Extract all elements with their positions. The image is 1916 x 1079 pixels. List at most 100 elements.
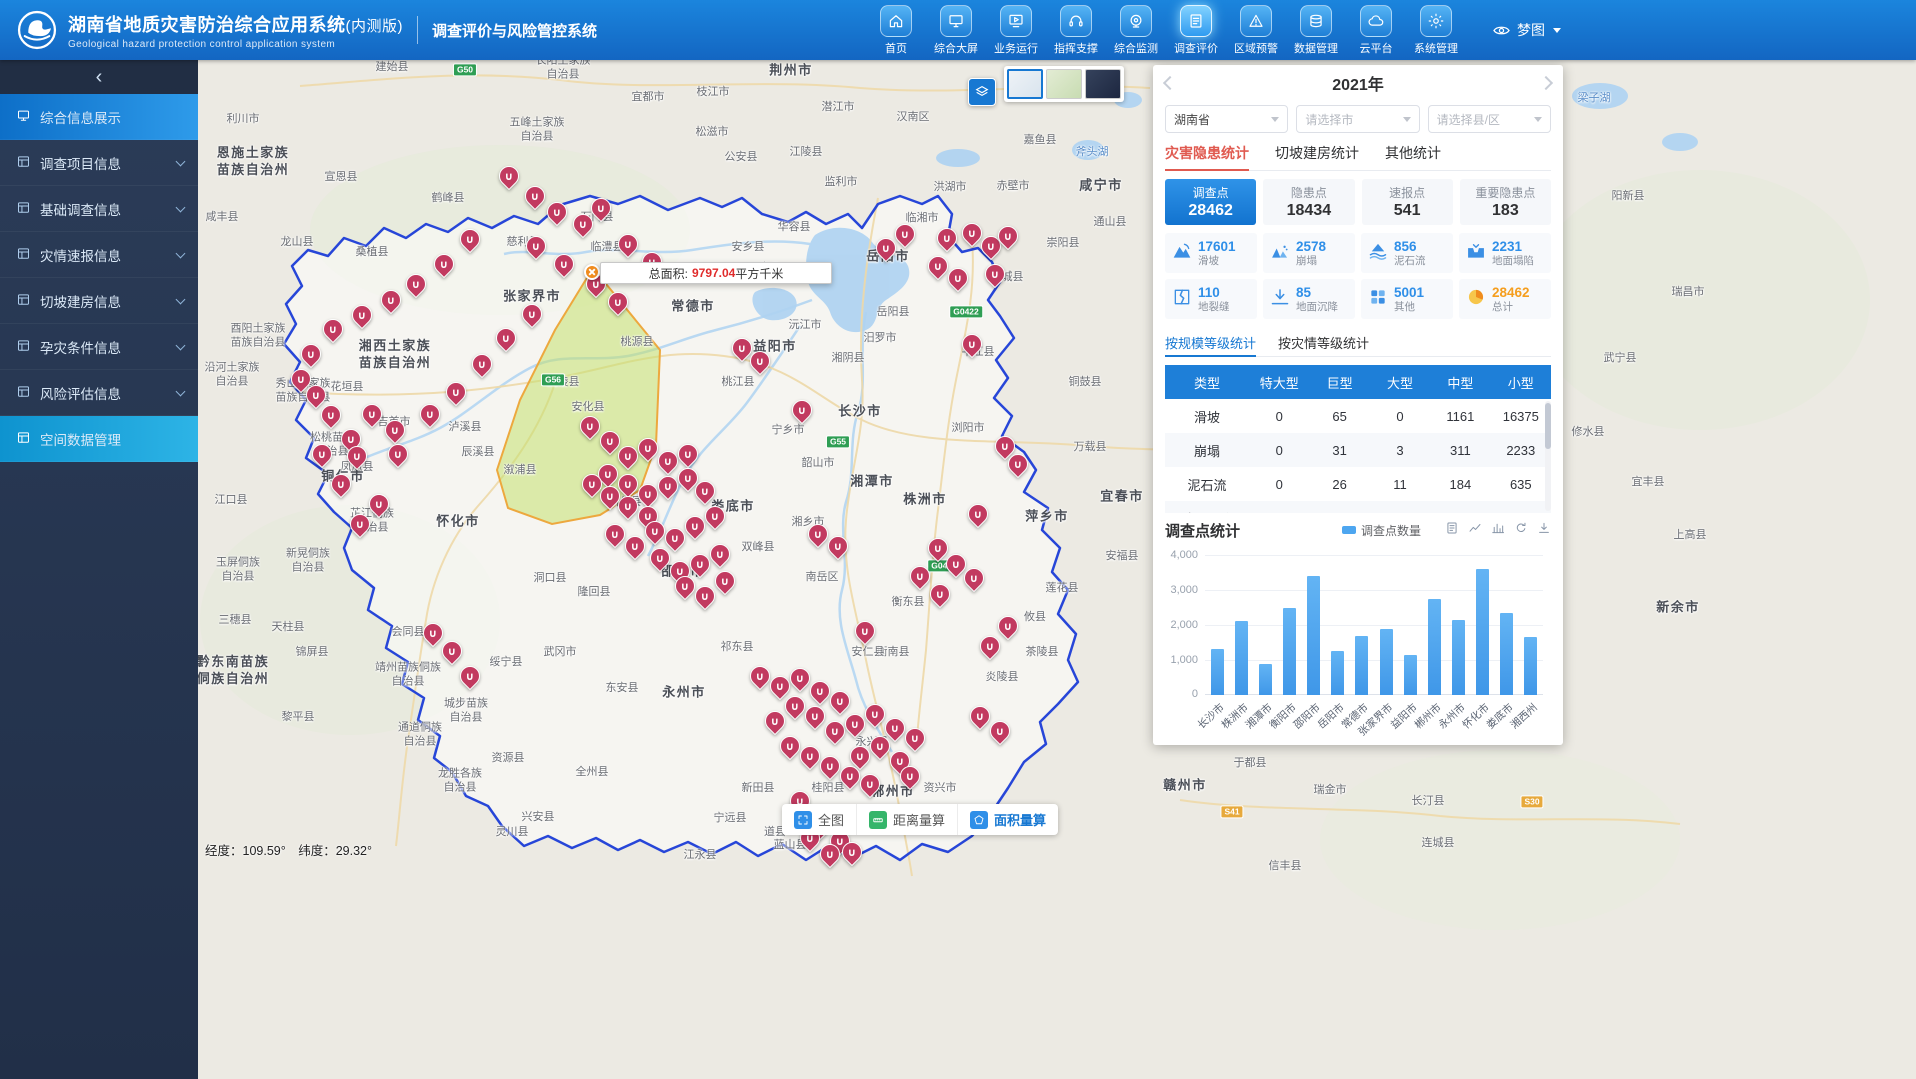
map-tool-ruler[interactable]: 距离量算 <box>857 804 958 835</box>
nav-screen[interactable]: 综合大屏 <box>930 5 982 56</box>
summary-box[interactable]: 调查点28462 <box>1165 179 1256 225</box>
nav-survey[interactable]: 调查评价 <box>1170 5 1222 56</box>
chart-bar[interactable] <box>1380 629 1393 696</box>
table-row[interactable]: 泥石流02611184635 <box>1165 467 1551 501</box>
map-toolbar: 全图 距离量算 面积量算 <box>782 804 1058 835</box>
basemap-thumb-terrain[interactable] <box>1046 69 1082 99</box>
chart-bar[interactable] <box>1476 569 1489 695</box>
sidebar-item[interactable]: 灾情速报信息 <box>0 232 198 278</box>
crack-icon <box>1172 287 1192 312</box>
nav-run[interactable]: 业务运行 <box>990 5 1042 56</box>
summary-box[interactable]: 速报点541 <box>1362 179 1453 225</box>
chart-dload-icon[interactable] <box>1537 521 1551 540</box>
nav-support[interactable]: 指挥支撑 <box>1050 5 1102 56</box>
summary-box[interactable]: 重要隐患点183 <box>1460 179 1551 225</box>
nav-warn[interactable]: 区域预警 <box>1230 5 1282 56</box>
chevron-down-icon <box>176 202 186 212</box>
sub-tab[interactable]: 按灾情等级统计 <box>1278 329 1369 356</box>
type-stat: 110地裂缝 <box>1165 279 1257 319</box>
type-stat: 5001其他 <box>1361 279 1453 319</box>
region-select[interactable]: 请选择市 <box>1296 105 1419 133</box>
panel-icon <box>16 292 40 310</box>
basemap-controls <box>968 66 1124 106</box>
layers-icon <box>974 84 990 100</box>
tab[interactable]: 切坡建房统计 <box>1275 135 1359 170</box>
chart-bar[interactable] <box>1331 651 1344 695</box>
chevron-down-icon <box>1403 117 1411 122</box>
chart-bar[interactable] <box>1355 636 1368 696</box>
chart-trend-icon[interactable] <box>1468 521 1482 540</box>
sidebar-item[interactable]: 风险评估信息 <box>0 370 198 416</box>
panel-icon <box>16 430 40 448</box>
map-tool-full[interactable]: 全图 <box>782 804 857 835</box>
subsystem-title: 调查评价与风险管控系统 <box>432 20 597 41</box>
sidebar-item[interactable]: 基础调查信息 <box>0 186 198 232</box>
chart-bar[interactable] <box>1500 613 1513 695</box>
app-title: 湖南省地质灾害防治综合应用系统 <box>68 15 346 35</box>
basemap-thumb-vector[interactable] <box>1007 69 1043 99</box>
basemap-thumb-satellite[interactable] <box>1085 69 1121 99</box>
chart-bar[interactable] <box>1428 599 1441 695</box>
road-badge: S30 <box>1520 795 1543 808</box>
year-next-button[interactable] <box>1539 76 1553 90</box>
chart-xlabels: 长沙市株洲市湘潭市衡阳市邵阳市岳阳市常德市张家界市益阳市郴州市永州市怀化市娄底市… <box>1205 695 1543 743</box>
tab[interactable]: 灾害隐患统计 <box>1165 135 1249 170</box>
chart-bar[interactable] <box>1524 637 1537 695</box>
full-icon <box>794 811 812 829</box>
chart-bar[interactable] <box>1235 621 1248 695</box>
chart-bar[interactable] <box>1404 655 1417 695</box>
pie-icon <box>1466 287 1486 312</box>
type-stat: 856泥石流 <box>1361 233 1453 273</box>
sidebar-item[interactable]: 综合信息展示 <box>0 94 198 140</box>
cloud-icon <box>1360 5 1392 37</box>
slide-icon <box>1172 241 1192 266</box>
data-icon <box>1300 5 1332 37</box>
map-tool-area[interactable]: 面积量算 <box>958 804 1058 835</box>
nav-data[interactable]: 数据管理 <box>1290 5 1342 56</box>
support-icon <box>1060 5 1092 37</box>
table-row[interactable]: 地面塌陷07503951752 <box>1165 501 1551 513</box>
layers-button[interactable] <box>968 78 996 106</box>
chart-bar[interactable] <box>1307 576 1320 695</box>
chart-refresh-icon[interactable] <box>1514 521 1528 540</box>
year-prev-button[interactable] <box>1163 76 1177 90</box>
gear-icon <box>1420 5 1452 37</box>
mon-icon <box>16 108 40 126</box>
map-canvas[interactable]: 建始县长阳土家族自治县宜都市枝江市荆州市松滋市公安县江陵县潜江市汉南区监利市洪湖… <box>198 60 1916 1079</box>
legend-label: 调查点数量 <box>1361 522 1421 539</box>
chart-legend[interactable]: 调查点数量 <box>1342 522 1421 539</box>
nav-monitor[interactable]: 综合监测 <box>1110 5 1162 56</box>
sidebar-item[interactable]: 切坡建房信息 <box>0 278 198 324</box>
road-badge: G55 <box>826 435 850 448</box>
region-select[interactable]: 湖南省 <box>1165 105 1288 133</box>
chart-bar[interactable] <box>1211 649 1224 695</box>
nav-home[interactable]: 首页 <box>870 5 922 56</box>
app-logo-icon <box>16 9 58 51</box>
sidebar-item[interactable]: 调查项目信息 <box>0 140 198 186</box>
table-row[interactable]: 滑坡0650116116375 <box>1165 399 1551 433</box>
table-scrollbar[interactable] <box>1545 401 1551 511</box>
chart-doc-icon[interactable] <box>1445 521 1459 540</box>
tab[interactable]: 其他统计 <box>1385 135 1441 170</box>
title-block: 湖南省地质灾害防治综合应用系统(内测版) Geological hazard p… <box>68 11 403 50</box>
sidebar-item[interactable]: 空间数据管理 <box>0 416 198 462</box>
sub-tab[interactable]: 按规模等级统计 <box>1165 329 1256 356</box>
chart-bar[interactable] <box>1283 608 1296 695</box>
chart-bar[interactable] <box>1452 620 1465 695</box>
region-select[interactable]: 请选择县/区 <box>1428 105 1551 133</box>
nav-cloud[interactable]: 云平台 <box>1350 5 1402 56</box>
panel-icon <box>16 246 40 264</box>
app-subtitle-en: Geological hazard protection control app… <box>68 39 403 50</box>
sidebar-collapse-button[interactable]: ‹ <box>0 60 198 94</box>
chevron-down-icon <box>1271 117 1279 122</box>
sidebar-item[interactable]: 孕灾条件信息 <box>0 324 198 370</box>
user-menu[interactable]: 梦图 <box>1492 20 1561 40</box>
chart-bar-icon[interactable] <box>1491 521 1505 540</box>
user-name: 梦图 <box>1517 20 1545 40</box>
run-icon <box>1000 5 1032 37</box>
table-row[interactable]: 崩塌03133112233 <box>1165 433 1551 467</box>
summary-box[interactable]: 隐患点18434 <box>1263 179 1354 225</box>
chart-bar[interactable] <box>1259 664 1272 696</box>
nav-gear[interactable]: 系统管理 <box>1410 5 1462 56</box>
selected-marker[interactable] <box>584 264 600 280</box>
